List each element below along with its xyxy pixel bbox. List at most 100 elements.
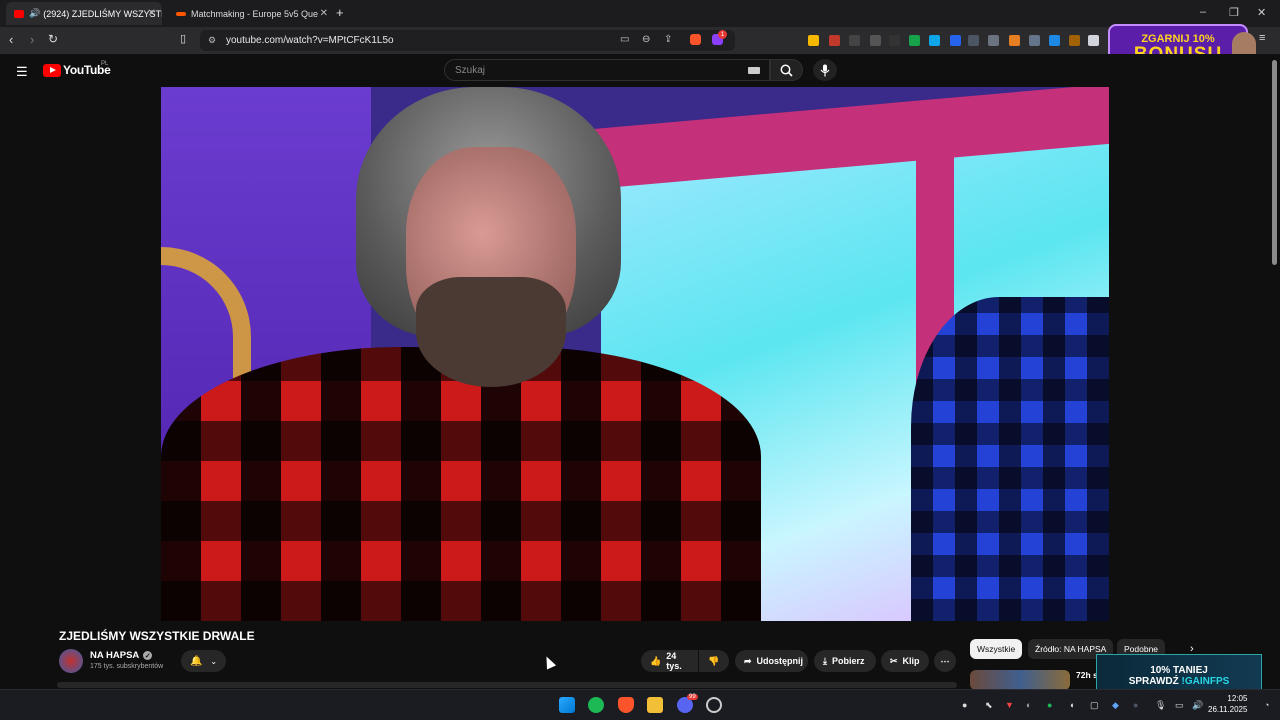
system-clock[interactable]: 12:05 26.11.2025 [1208,694,1247,716]
bell-icon: 🔔 [189,655,203,667]
video-scene-person-right [911,297,1109,621]
bookmark-icon[interactable]: ▯ [180,32,186,45]
reload-icon[interactable]: ↻ [48,32,58,46]
forward-icon[interactable]: › [30,32,34,47]
spotify-icon[interactable] [588,697,604,713]
tray-icon[interactable]: ◆ [1112,700,1119,711]
share-button[interactable]: ➦ Udostępnij [735,650,808,672]
extension-icon[interactable] [829,35,840,46]
recommended-title[interactable]: 72h s [1076,670,1098,680]
back-icon[interactable]: ‹ [9,32,13,47]
extension-icon[interactable] [929,35,940,46]
clip-button[interactable]: ✂ Klip [881,650,929,672]
description-box[interactable] [57,682,957,688]
ad-line2: SPRAWDŹ !GAINFPS [1129,676,1230,687]
tab-youtube[interactable]: 🔊 (2924) ZJEDLIŚMY WSZYSTKIE ✕ [6,2,162,25]
tab-close-icon[interactable]: ✕ [317,8,328,19]
notifications-icon[interactable]: ◔ [1264,700,1269,710]
share-icon[interactable]: ⇪ [664,34,672,45]
tab-matchmaking[interactable]: Matchmaking - Europe 5v5 Queue - ✕ [168,2,330,25]
extension-icon[interactable] [1009,35,1020,46]
voice-search-button[interactable] [813,59,837,81]
cast-icon[interactable]: ▭ [620,34,629,45]
new-tab-button[interactable]: + [336,5,344,20]
tray-icon[interactable]: ● [962,700,967,710]
site-settings-icon[interactable]: ⚙ [208,35,216,46]
extension-icon[interactable] [1049,35,1060,46]
youtube-logo-icon[interactable] [43,64,61,77]
volume-icon[interactable]: 🔊 [1192,700,1203,711]
tray-icon[interactable]: ◐ [1026,700,1031,710]
extension-icon[interactable] [870,35,881,46]
extension-icon[interactable] [988,35,999,46]
rewards-badge: 1 [718,30,727,39]
steam-icon[interactable] [706,697,722,713]
notification-bell-button[interactable]: 🔔 ⌄ [181,650,226,672]
tab-close-icon[interactable]: ✕ [148,8,156,19]
extension-icon[interactable] [849,35,860,46]
chip-all[interactable]: Wszystkie [970,639,1023,659]
extension-icon[interactable] [1088,35,1099,46]
microphone-icon [820,64,830,76]
video-player[interactable] [161,87,1109,621]
brave-browser-icon[interactable] [618,697,634,713]
url-text: youtube.com/watch?v=MPtCFcK1L5o [226,35,394,46]
keyboard-icon[interactable] [748,67,760,74]
search-button[interactable] [770,59,803,81]
chevron-down-icon: ⌄ [210,656,218,666]
faceit-favicon-icon [176,11,186,16]
ad-line1: 10% TANIEJ [1150,665,1208,676]
extension-icon[interactable] [968,35,979,46]
clip-label: Klip [902,656,920,666]
search-input[interactable]: Szukaj [444,59,770,81]
ad-prefix: SPRAWDŹ [1128,676,1182,687]
tray-icon[interactable]: ▼ [1005,700,1014,710]
tray-icon[interactable]: ⬉ [985,700,993,711]
extension-icon[interactable] [909,35,920,46]
youtube-header: ☰ YouTube PL Szukaj [0,54,1280,87]
tray-icon[interactable]: ◖ [1069,700,1074,710]
video-title: ZJEDLIŚMY WSZYSTKIE DRWALE [59,629,255,643]
dislike-button[interactable]: 👎 [699,650,729,672]
hamburger-menu-icon[interactable]: ☰ [16,64,28,80]
more-actions-button[interactable]: ⋯ [934,650,956,672]
extension-icon[interactable] [889,35,900,46]
channel-avatar[interactable] [59,649,83,673]
url-field[interactable]: ⚙ youtube.com/watch?v=MPtCFcK1L5o [200,30,735,51]
recommended-thumbnail[interactable] [970,670,1070,690]
tray-spotify-icon[interactable]: ● [1047,700,1052,710]
clock-date: 26.11.2025 [1208,704,1248,714]
search-placeholder: Szukaj [455,64,486,76]
like-button[interactable]: 👍 24 tys. [641,650,698,672]
share-label: Udostępnij [756,656,804,666]
page-scrollbar[interactable] [1272,60,1277,265]
windows-start-icon[interactable] [559,697,575,713]
more-icon: ⋯ [940,655,950,666]
windows-taskbar: 99 ● ⬉ ▼ ◐ ● ◖ ▢ ◆ ● 🎙 ▭ 🔊 12:05 26.11.2… [0,689,1280,720]
mouse-cursor-icon [541,654,557,670]
download-label: Pobierz [831,656,865,666]
tray-icon[interactable]: ● [1133,700,1138,710]
extension-icon[interactable] [808,35,819,46]
network-icon[interactable]: ▭ [1175,700,1184,711]
menu-icon[interactable]: ≡ [1259,32,1265,44]
speaker-icon: 🔊 [29,8,41,18]
microphone-tray-icon[interactable]: 🎙 [1155,700,1166,711]
zoom-icon[interactable]: ⊖ [642,34,650,45]
verified-check-icon: ✓ [143,651,153,660]
extension-icon[interactable] [1029,35,1040,46]
minimize-button[interactable]: – [1200,6,1206,18]
ad-code: !GAINFPS [1181,676,1230,687]
thumbs-up-icon: 👍 [650,655,662,666]
download-icon: ⤓ [823,655,827,666]
brave-shields-icon[interactable] [690,34,701,45]
maximize-button[interactable]: ❐ [1229,6,1239,19]
close-window-button[interactable]: ✕ [1257,6,1266,19]
download-button[interactable]: ⤓ Pobierz [814,650,876,672]
extension-icon[interactable] [950,35,961,46]
channel-name-text: NA HAPSA [90,650,140,661]
extension-icon[interactable] [1069,35,1080,46]
tray-icon[interactable]: ▢ [1090,700,1099,711]
file-explorer-icon[interactable] [647,697,663,713]
channel-name[interactable]: NA HAPSA ✓ [90,650,153,661]
